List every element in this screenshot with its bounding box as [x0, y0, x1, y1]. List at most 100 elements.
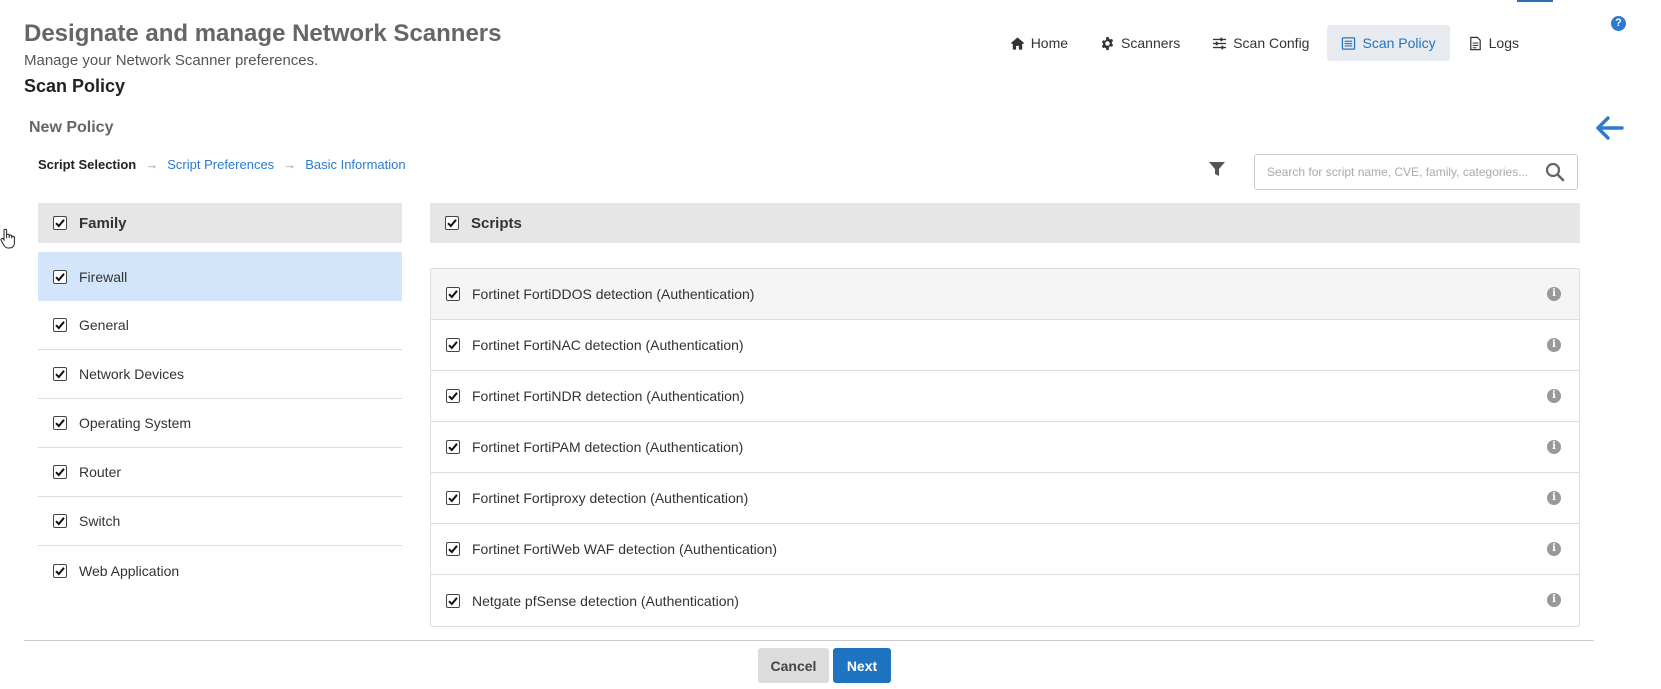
family-item-router[interactable]: Router [38, 448, 402, 497]
info-icon[interactable]: i [1547, 389, 1561, 403]
script-item[interactable]: Fortinet Fortiproxy detection (Authentic… [431, 473, 1579, 524]
checkmark-icon [448, 290, 458, 299]
family-checkbox[interactable] [53, 318, 67, 332]
scripts-header-label: Scripts [471, 214, 522, 232]
family-checkbox[interactable] [53, 367, 67, 381]
family-item-switch[interactable]: Switch [38, 497, 402, 546]
page-header-subtitle: Manage your Network Scanner preferences. [24, 52, 319, 69]
script-item-label: Fortinet Fortiproxy detection (Authentic… [472, 490, 749, 506]
script-item[interactable]: Fortinet FortiDDOS detection (Authentica… [431, 269, 1579, 320]
script-item[interactable]: Netgate pfSense detection (Authenticatio… [431, 575, 1579, 626]
nav-logs[interactable]: Logs [1454, 25, 1533, 61]
script-item[interactable]: Fortinet FortiNDR detection (Authenticat… [431, 371, 1579, 422]
checkmark-icon [55, 321, 65, 330]
checkmark-icon [447, 219, 457, 228]
script-checkbox[interactable] [446, 593, 460, 608]
checkmark-icon [448, 545, 458, 554]
checkmark-icon [55, 370, 65, 379]
help-icon[interactable]: ? [1611, 16, 1626, 31]
checkmark-icon [448, 494, 458, 503]
checkmark-icon [448, 596, 458, 605]
checkmark-icon [55, 272, 65, 281]
info-icon[interactable]: i [1547, 287, 1561, 301]
family-item-label: Firewall [79, 268, 128, 285]
family-item-label: Operating System [79, 415, 192, 431]
family-checkbox[interactable] [53, 465, 67, 479]
script-item[interactable]: Fortinet FortiPAM detection (Authenticat… [431, 422, 1579, 473]
scripts-header: Scripts [430, 203, 1580, 243]
checkmark-icon [448, 443, 458, 452]
script-checkbox[interactable] [446, 389, 460, 403]
info-icon[interactable]: i [1547, 338, 1561, 352]
search-box [1254, 154, 1578, 190]
family-item-label: Switch [79, 513, 121, 529]
nav-scan-config[interactable]: Scan Config [1198, 25, 1323, 61]
step-basic-information[interactable]: Basic Information [305, 157, 405, 172]
search-input[interactable] [1267, 165, 1545, 179]
family-checkbox[interactable] [53, 269, 67, 284]
step-script-preferences[interactable]: Script Preferences [167, 157, 274, 172]
script-item-label: Fortinet FortiNAC detection (Authenticat… [472, 337, 744, 353]
new-policy-title: New Policy [29, 119, 114, 136]
nav-scan-config-label: Scan Config [1233, 35, 1310, 51]
family-checkbox[interactable] [53, 416, 67, 430]
script-item-label: Fortinet FortiNDR detection (Authenticat… [472, 388, 745, 404]
document-icon [1469, 36, 1481, 50]
family-header-label: Family [79, 214, 127, 232]
checkmark-icon [448, 341, 458, 350]
top-accent-bar [1517, 0, 1553, 2]
nav-scanners[interactable]: Scanners [1086, 25, 1194, 61]
info-icon[interactable]: i [1547, 440, 1561, 454]
checkmark-icon [55, 419, 65, 428]
family-select-all-checkbox[interactable] [53, 216, 67, 230]
gear-icon [1101, 36, 1114, 50]
script-checkbox[interactable] [446, 440, 460, 454]
info-icon[interactable]: i [1547, 593, 1561, 607]
cancel-button[interactable]: Cancel [758, 648, 829, 683]
family-item-web-application[interactable]: Web Application [38, 546, 402, 595]
checkmark-icon [55, 468, 65, 477]
step-script-selection: Script Selection [38, 157, 137, 172]
family-item-label: Web Application [79, 562, 180, 579]
hand-cursor-icon [0, 228, 15, 249]
scripts-select-all-checkbox[interactable] [445, 216, 459, 230]
step-arrow-icon: → [283, 157, 297, 172]
search-icon[interactable] [1545, 162, 1565, 182]
page-header-title: Designate and manage Network Scanners [24, 20, 502, 47]
wizard-steps: Script Selection → Script Preferences → … [38, 157, 406, 172]
script-checkbox[interactable] [446, 542, 460, 556]
info-icon[interactable]: i [1547, 491, 1561, 505]
back-arrow-icon[interactable] [1595, 114, 1625, 142]
page-section-title: Scan Policy [24, 76, 126, 96]
family-item-label: General [79, 317, 129, 333]
script-checkbox[interactable] [446, 287, 460, 301]
family-item-label: Network Devices [79, 366, 185, 382]
info-icon[interactable]: i [1547, 542, 1561, 556]
family-item-operating-system[interactable]: Operating System [38, 399, 402, 448]
script-checkbox[interactable] [446, 491, 460, 505]
family-item-label: Router [79, 464, 122, 480]
script-checkbox[interactable] [446, 338, 460, 352]
script-item[interactable]: Fortinet FortiNAC detection (Authenticat… [431, 320, 1579, 371]
family-item-general[interactable]: General [38, 301, 402, 350]
family-checkbox[interactable] [53, 514, 67, 528]
family-item-firewall[interactable]: Firewall [38, 252, 402, 301]
script-item[interactable]: Fortinet FortiWeb WAF detection (Authent… [431, 524, 1579, 575]
family-checkbox[interactable] [53, 563, 67, 578]
family-item-network-devices[interactable]: Network Devices [38, 350, 402, 399]
nav-scanners-label: Scanners [1121, 35, 1181, 51]
scripts-panel: Scripts Fortinet FortiDDOS detection (Au… [430, 203, 1580, 627]
filter-icon[interactable] [1208, 160, 1226, 178]
script-item-label: Fortinet FortiPAM detection (Authenticat… [472, 439, 744, 455]
next-button[interactable]: Next [833, 648, 891, 683]
step-arrow-icon: → [145, 157, 159, 172]
checkmark-icon [55, 566, 65, 575]
family-list: Firewall General Network Devices Operati… [38, 252, 402, 595]
nav-scan-policy[interactable]: Scan Policy [1327, 25, 1450, 61]
script-item-label: Fortinet FortiDDOS detection (Authentica… [472, 286, 755, 302]
nav-home[interactable]: Home [996, 25, 1082, 61]
home-icon [1010, 36, 1024, 50]
top-nav: Home Scanners Scan Config Scan Policy Lo… [996, 25, 1533, 61]
script-item-label: Netgate pfSense detection (Authenticatio… [472, 592, 739, 609]
footer-divider [24, 640, 1594, 641]
